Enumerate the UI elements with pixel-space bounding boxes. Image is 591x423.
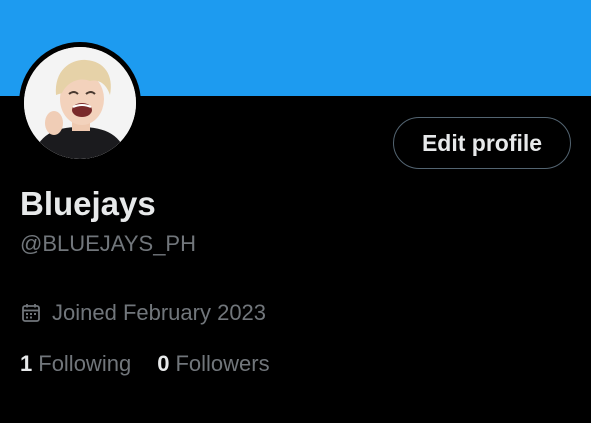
followers-link[interactable]: 0 Followers <box>157 349 269 379</box>
following-link[interactable]: 1 Following <box>20 349 131 379</box>
followers-label: Followers <box>175 351 270 376</box>
follow-stats: 1 Following 0 Followers <box>20 349 270 379</box>
followers-count: 0 <box>157 351 170 376</box>
username-handle: @BLUEJAYS_PH <box>20 231 196 256</box>
following-label: Following <box>38 351 132 376</box>
edit-profile-button[interactable]: Edit profile <box>393 117 571 169</box>
following-count: 1 <box>20 351 33 376</box>
calendar-icon <box>20 302 42 324</box>
avatar[interactable] <box>19 42 141 164</box>
joined-text: Joined February 2023 <box>52 300 267 325</box>
display-name: Bluejays <box>20 185 156 222</box>
avatar-photo <box>24 47 136 159</box>
joined-date: Joined February 2023 <box>20 298 266 328</box>
